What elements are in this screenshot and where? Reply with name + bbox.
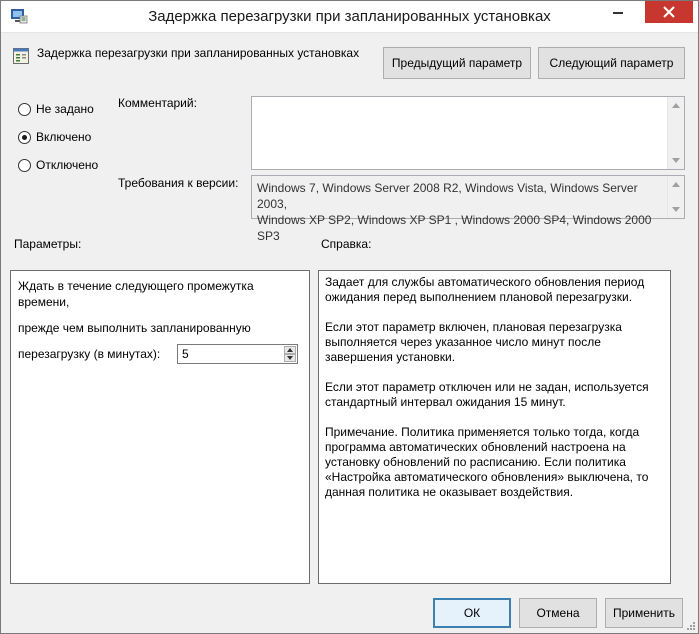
next-setting-button[interactable]: Следующий параметр — [538, 47, 685, 79]
spinner-buttons — [284, 346, 296, 362]
spinner-down-icon[interactable] — [284, 354, 296, 362]
help-paragraph: Если этот параметр отключен или не задан… — [325, 380, 649, 409]
minimize-icon — [601, 12, 635, 26]
options-panel: Ждать в течение следующего промежутка вр… — [10, 270, 310, 584]
supported-on-box: Windows 7, Windows Server 2008 R2, Windo… — [251, 175, 685, 243]
supported-scrollbar[interactable] — [667, 176, 684, 218]
radio-enabled[interactable]: Включено — [18, 129, 91, 145]
scroll-up-icon[interactable] — [672, 182, 680, 187]
policy-name: Задержка перезагрузки при запланированны… — [37, 46, 360, 60]
scroll-down-icon[interactable] — [672, 207, 680, 212]
help-panel: Задает для службы автоматического обновл… — [318, 270, 671, 584]
options-label: Параметры: — [14, 237, 82, 251]
supported-on-text: Windows 7, Windows Server 2008 R2, Windo… — [257, 180, 664, 244]
cancel-button[interactable]: Отмена — [519, 598, 597, 628]
radio-disabled[interactable]: Отключено — [18, 157, 98, 173]
help-paragraph: Задает для службы автоматического обновл… — [325, 275, 645, 304]
help-scrollbar[interactable] — [671, 270, 688, 584]
radio-button[interactable] — [18, 130, 31, 144]
apply-button[interactable]: Применить — [605, 598, 683, 628]
policy-setting-dialog: Задержка перезагрузки при запланированны… — [0, 0, 699, 634]
help-paragraph: Если этот параметр включен, плановая пер… — [325, 320, 622, 364]
help-label: Справка: — [321, 237, 372, 251]
delay-minutes-spinner[interactable]: 5 — [177, 344, 298, 364]
window-title: Задержка перезагрузки при запланированны… — [148, 8, 551, 25]
radio-button[interactable] — [18, 102, 31, 116]
supported-line-2: Windows XP SP2, Windows XP SP1 , Windows… — [257, 213, 652, 243]
title-bar[interactable]: Задержка перезагрузки при запланированны… — [1, 1, 698, 33]
option-text-line: Ждать в течение следующего промежутка — [18, 279, 254, 293]
delay-minutes-label: перезагрузку (в минутах): — [18, 347, 161, 361]
resize-grip-icon[interactable] — [684, 619, 696, 631]
policy-setting-icon — [13, 48, 29, 64]
radio-label: Отключено — [36, 158, 99, 172]
spinner-up-icon[interactable] — [284, 346, 296, 354]
previous-setting-button[interactable]: Предыдущий параметр — [383, 47, 531, 79]
option-text-line: прежде чем выполнить запланированную — [18, 321, 251, 335]
comment-scrollbar[interactable] — [667, 97, 684, 169]
comment-label: Комментарий: — [118, 96, 197, 110]
comment-textarea[interactable] — [251, 96, 685, 170]
close-button[interactable] — [645, 1, 693, 23]
help-paragraph: Примечание. Политика применяется только … — [325, 425, 649, 499]
radio-label: Не задано — [36, 102, 94, 116]
supported-line-1: Windows 7, Windows Server 2008 R2, Windo… — [257, 181, 638, 211]
radio-label: Включено — [36, 130, 92, 144]
minimize-button[interactable] — [601, 1, 635, 23]
scroll-down-icon[interactable] — [672, 158, 680, 163]
help-text: Задает для службы автоматического обновл… — [325, 275, 655, 515]
ok-button[interactable]: ОК — [433, 598, 511, 628]
radio-button[interactable] — [18, 158, 31, 172]
option-text-line: времени, — [18, 295, 70, 309]
supported-on-label: Требования к версии: — [118, 176, 239, 190]
scroll-up-icon[interactable] — [672, 103, 680, 108]
radio-not-configured[interactable]: Не задано — [18, 101, 94, 117]
delay-minutes-value: 5 — [182, 347, 189, 361]
